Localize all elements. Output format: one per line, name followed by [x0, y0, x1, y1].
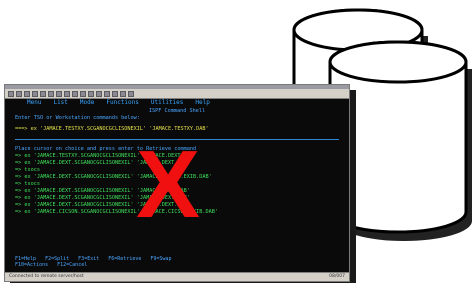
- toolbar-button[interactable]: [88, 90, 94, 97]
- toolbar: [5, 89, 349, 99]
- toolbar-button[interactable]: [128, 90, 134, 97]
- toolbar-button[interactable]: [80, 90, 86, 97]
- function-keys: F1=Help F2=Split F3=Exit F6=Retrieve F9=…: [15, 256, 339, 268]
- menu-item-utilities[interactable]: Utilities: [151, 99, 184, 107]
- menu-item-menu[interactable]: Menu: [27, 99, 41, 107]
- toolbar-button[interactable]: [32, 90, 38, 97]
- toolbar-button[interactable]: [16, 90, 22, 97]
- toolbar-button[interactable]: [96, 90, 102, 97]
- toolbar-button[interactable]: [56, 90, 62, 97]
- menu-item-help[interactable]: Help: [195, 99, 209, 107]
- screen-heading: ISPF Command Shell: [148, 108, 206, 114]
- toolbar-button[interactable]: [40, 90, 46, 97]
- toolbar-button[interactable]: [64, 90, 70, 97]
- ispf-menu-bar: Menu List Mode Functions Utilities Help: [5, 99, 349, 107]
- menu-item-mode[interactable]: Mode: [80, 99, 94, 107]
- toolbar-button[interactable]: [104, 90, 110, 97]
- command-prompt: Enter TSO or Workstation commands below:: [15, 115, 140, 121]
- toolbar-button[interactable]: [24, 90, 30, 97]
- database-cylinder-front-icon: [328, 40, 468, 234]
- toolbar-button[interactable]: [120, 90, 126, 97]
- toolbar-button[interactable]: [48, 90, 54, 97]
- toolbar-button[interactable]: [72, 90, 78, 97]
- toolbar-button[interactable]: [112, 90, 118, 97]
- toolbar-button[interactable]: [8, 90, 14, 97]
- red-x-mark: X: [136, 131, 201, 238]
- status-bar: Connected to remote server/host 08/007: [5, 272, 349, 281]
- cursor-position: 08/007: [329, 274, 345, 279]
- menu-item-list[interactable]: List: [53, 99, 67, 107]
- status-text: Connected to remote server/host: [9, 274, 84, 279]
- function-keys-row-2[interactable]: F10=Actions F12=Cancel: [15, 262, 339, 268]
- menu-item-functions[interactable]: Functions: [106, 99, 139, 107]
